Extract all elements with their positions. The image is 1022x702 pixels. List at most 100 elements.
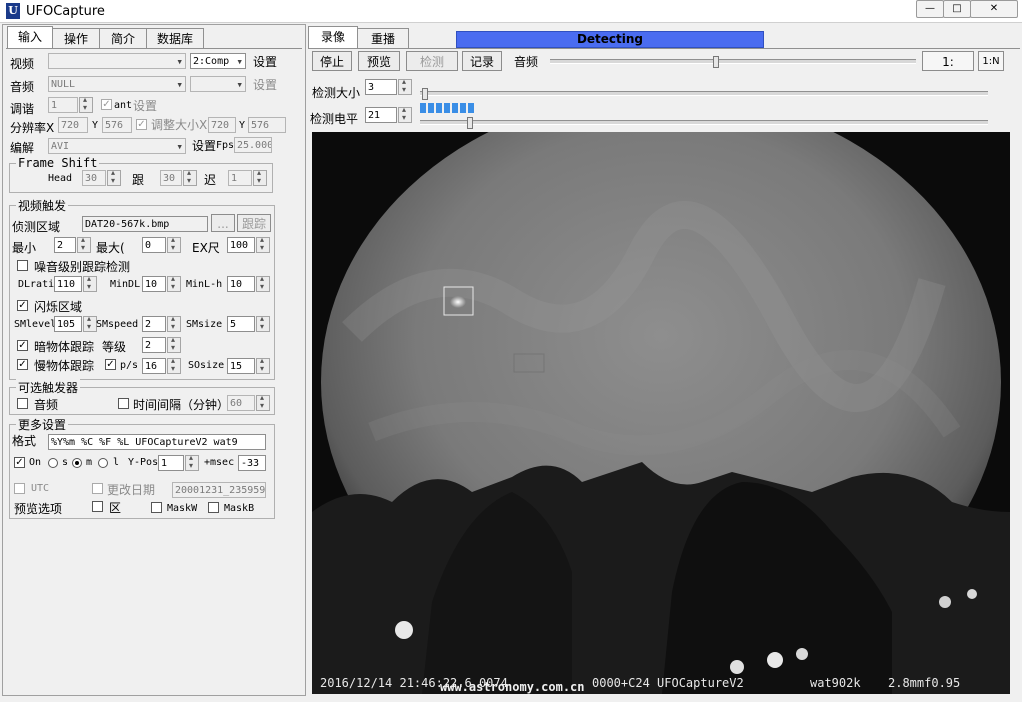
detect-size-stepper[interactable] [398, 77, 412, 95]
tuning-input[interactable]: 1 [48, 97, 78, 113]
audio-mode-select[interactable] [190, 76, 246, 92]
ypos-input[interactable]: 1 [158, 455, 184, 471]
utc-checkbox[interactable] [14, 483, 25, 494]
change-date-checkbox[interactable] [92, 483, 103, 494]
max-stepper[interactable] [167, 235, 181, 253]
noise-track-checkbox[interactable] [17, 260, 28, 271]
zone-checkbox[interactable] [92, 501, 103, 512]
ps-checkbox[interactable]: ✓ [105, 359, 116, 370]
codec-settings-button[interactable]: 设置 [192, 137, 216, 154]
minl-stepper[interactable] [256, 274, 270, 292]
dark-object-checkbox[interactable]: ✓ [17, 340, 28, 351]
detect-button[interactable]: 检测 [406, 51, 458, 71]
ex-input[interactable]: 100 [227, 237, 255, 253]
resize-checkbox[interactable]: ✓ [136, 119, 147, 130]
scale-n-button[interactable]: 1:N [978, 51, 1004, 71]
track-stepper[interactable] [183, 168, 197, 186]
ant-checkbox[interactable]: ✓ [101, 99, 112, 110]
delay-input[interactable]: 1 [228, 170, 252, 186]
tuning-settings-button[interactable]: 设置 [133, 97, 157, 114]
format-input[interactable]: %Y%m %C %F %L UFOCaptureV2 wat9 [48, 434, 266, 450]
grade-stepper[interactable] [167, 335, 181, 353]
sosize-input[interactable]: 15 [227, 358, 255, 374]
video-settings-button[interactable]: 设置 [253, 53, 277, 70]
record-button[interactable]: 记录 [462, 51, 502, 71]
detect-level-slider-track[interactable] [420, 120, 988, 125]
on-checkbox[interactable]: ✓ [14, 457, 25, 468]
interval-input[interactable]: 60 [227, 395, 255, 411]
ex-stepper[interactable] [256, 235, 270, 253]
track-area-button[interactable]: 跟踪 [237, 214, 271, 232]
smlevel-input[interactable]: 105 [54, 316, 82, 332]
scale-1-button[interactable]: 1: [922, 51, 974, 71]
dlratio-input[interactable]: 110 [54, 276, 82, 292]
min-input[interactable]: 2 [54, 237, 76, 253]
audio-trigger-checkbox[interactable] [17, 398, 28, 409]
max-input[interactable]: 0 [142, 237, 166, 253]
resolution-x-input[interactable]: 720 [58, 117, 88, 133]
tab-record[interactable]: 录像 [308, 26, 358, 49]
size-l-radio[interactable] [98, 458, 108, 468]
mindl-input[interactable]: 10 [142, 276, 166, 292]
msec-input[interactable]: -33 [238, 455, 266, 471]
delay-stepper[interactable] [253, 168, 267, 186]
audio-device-select[interactable]: NULL [48, 76, 186, 92]
detect-level-slider-thumb[interactable] [467, 117, 473, 129]
size-m-radio[interactable] [72, 458, 82, 468]
detect-size-slider-thumb[interactable] [422, 88, 428, 100]
video-mode-select[interactable]: 2:Comp [190, 53, 246, 69]
grade-input[interactable]: 2 [142, 337, 166, 353]
video-preview[interactable]: 2016/12/14 21:46:22.6 0074 0000+C24 UFOC… [312, 132, 1010, 694]
tab-database[interactable]: 数据库 [146, 28, 204, 49]
preview-button[interactable]: 预览 [358, 51, 400, 71]
detect-size-slider-track[interactable] [420, 91, 988, 96]
video-device-select[interactable] [48, 53, 186, 69]
head-stepper[interactable] [107, 168, 121, 186]
ps-input[interactable]: 16 [142, 358, 166, 374]
head-input[interactable]: 30 [82, 170, 106, 186]
sosize-stepper[interactable] [256, 356, 270, 374]
smspeed-input[interactable]: 2 [142, 316, 166, 332]
smspeed-stepper[interactable] [167, 314, 181, 332]
dlratio-stepper[interactable] [83, 274, 97, 292]
size-s-radio[interactable] [48, 458, 58, 468]
detect-level-input[interactable]: 21 [365, 107, 397, 123]
tab-replay[interactable]: 重播 [357, 28, 409, 49]
smsize-input[interactable]: 5 [227, 316, 255, 332]
fps-input[interactable]: 25.000 [234, 137, 272, 153]
detect-area-file[interactable]: DAT20-567k.bmp [82, 216, 208, 232]
tab-intro[interactable]: 简介 [99, 28, 147, 49]
slow-object-checkbox[interactable]: ✓ [17, 359, 28, 370]
ypos-stepper[interactable] [185, 453, 199, 471]
maskb-checkbox[interactable] [208, 502, 219, 513]
close-button[interactable]: ✕ [970, 0, 1018, 18]
audio-slider-track[interactable] [550, 59, 916, 64]
minl-input[interactable]: 10 [227, 276, 255, 292]
detect-size-input[interactable]: 3 [365, 79, 397, 95]
mindl-stepper[interactable] [167, 274, 181, 292]
flash-area-checkbox[interactable]: ✓ [17, 300, 28, 311]
smlevel-stepper[interactable] [83, 314, 97, 332]
audio-slider-thumb[interactable] [713, 56, 719, 68]
smsize-stepper[interactable] [256, 314, 270, 332]
audio-settings-button[interactable]: 设置 [253, 76, 277, 93]
maximize-button[interactable]: □ [943, 0, 971, 18]
change-date-input[interactable]: 20001231_235959 [172, 482, 266, 498]
track-input[interactable]: 30 [160, 170, 182, 186]
resolution-y-input[interactable]: 576 [102, 117, 132, 133]
resize-y-input[interactable]: 576 [248, 117, 286, 133]
maskw-checkbox[interactable] [151, 502, 162, 513]
detect-level-stepper[interactable] [398, 105, 412, 123]
browse-button[interactable]: ... [211, 214, 235, 232]
resize-x-input[interactable]: 720 [208, 117, 236, 133]
stop-button[interactable]: 停止 [312, 51, 352, 71]
tab-input[interactable]: 输入 [7, 26, 53, 49]
ps-stepper[interactable] [167, 356, 181, 374]
interval-checkbox[interactable] [118, 398, 129, 409]
min-stepper[interactable] [77, 235, 91, 253]
codec-select[interactable]: AVI [48, 138, 186, 154]
tuning-stepper[interactable] [79, 95, 93, 113]
interval-stepper[interactable] [256, 393, 270, 411]
tab-operation[interactable]: 操作 [52, 28, 100, 49]
minimize-button[interactable]: — [916, 0, 944, 18]
